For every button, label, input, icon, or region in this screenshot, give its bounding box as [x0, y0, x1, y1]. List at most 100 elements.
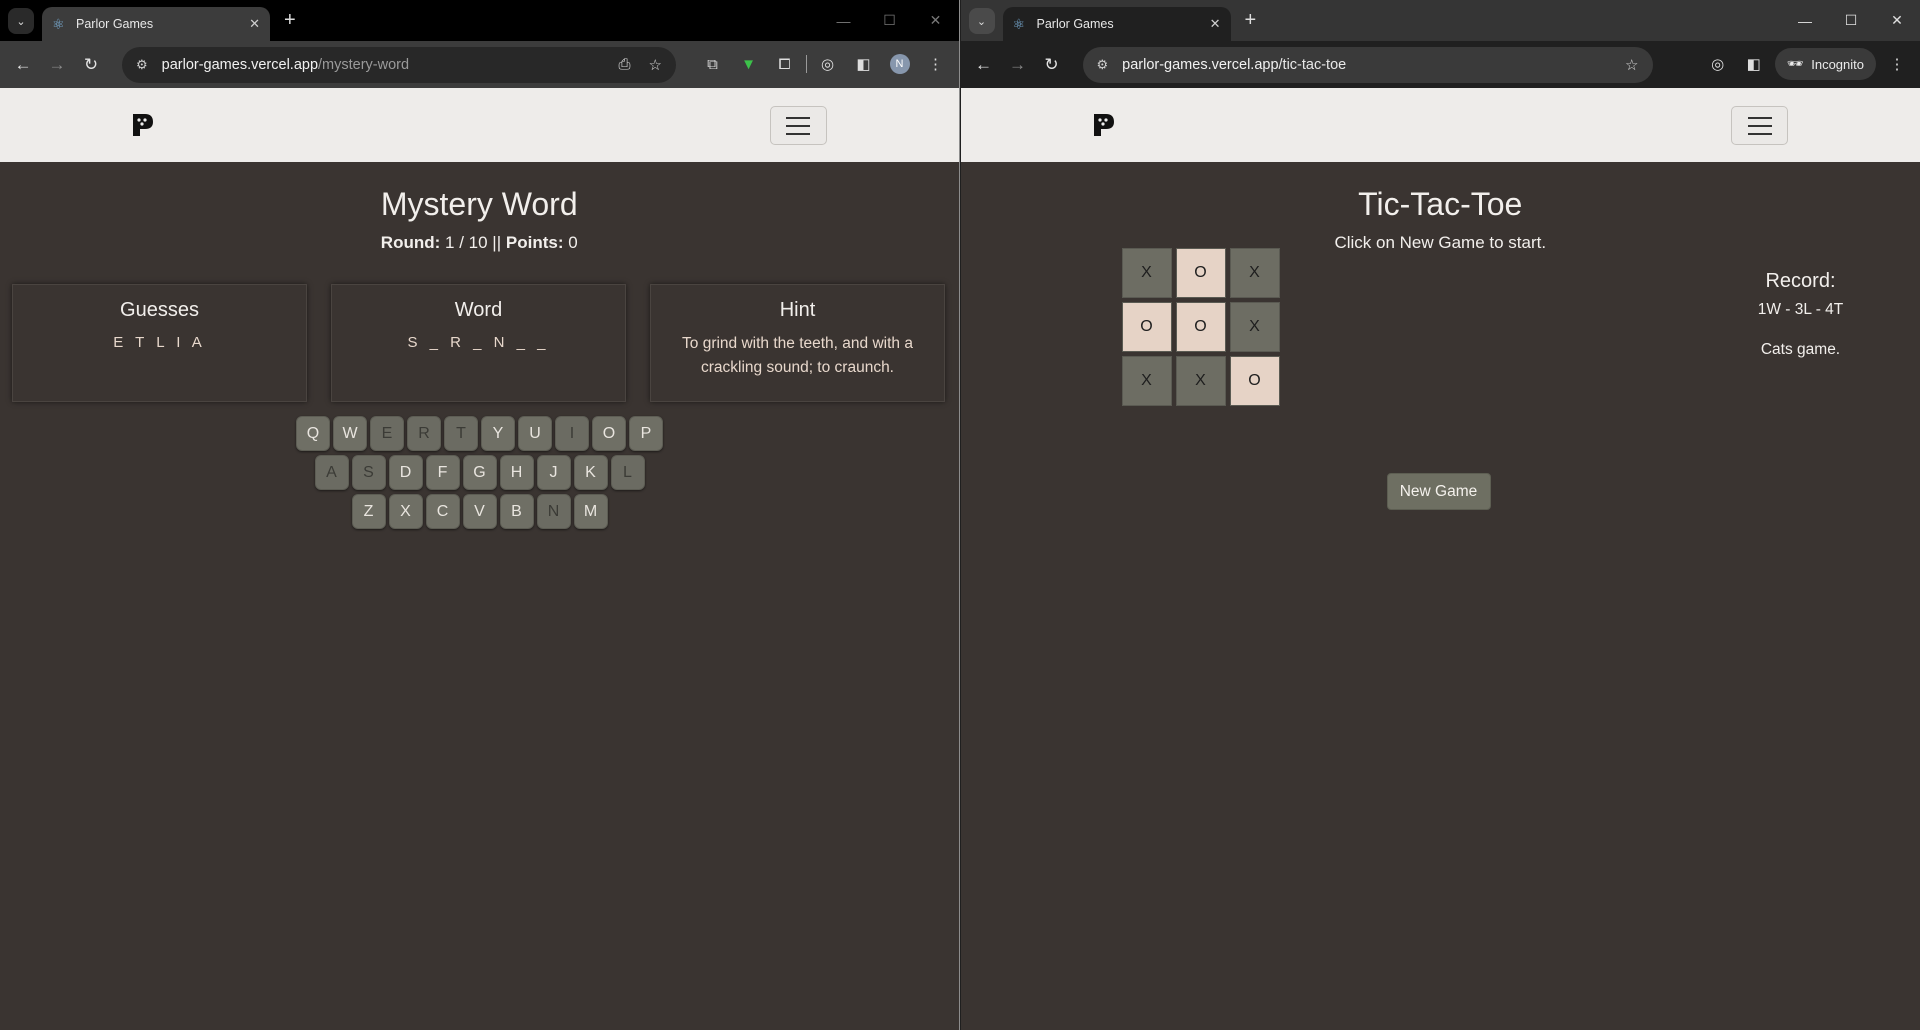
close-tab-icon[interactable]: ✕ [249, 16, 260, 32]
menu-kebab-icon[interactable]: ⋮ [921, 49, 951, 79]
key-a[interactable]: A [314, 455, 349, 490]
reload-button[interactable]: ↻ [1035, 48, 1069, 82]
new-tab-button[interactable]: + [1245, 10, 1257, 30]
board-cell-5[interactable]: O [1175, 302, 1226, 352]
key-p[interactable]: P [629, 416, 663, 451]
key-t[interactable]: T [444, 416, 478, 451]
extensions-area: ⧉ ▼ ⧠ ◎ ◧ N ⋮ [698, 47, 951, 81]
key-i[interactable]: I [555, 416, 589, 451]
browser-tab[interactable]: ⚛ Parlor Games ✕ [1002, 7, 1231, 41]
record-title: Record: [1765, 270, 1836, 292]
key-j[interactable]: J [536, 455, 571, 490]
tic-tac-toe-page: Tic-Tac-Toe Click on New Game to start. … [960, 88, 1920, 1030]
page-title: Mystery Word [380, 186, 578, 222]
window-controls: — ☐ ✕ [821, 0, 959, 41]
key-u[interactable]: U [518, 416, 552, 451]
react-favicon-icon: ⚛ [52, 16, 65, 32]
board-cell-8[interactable]: X [1175, 356, 1226, 406]
board-cell-1[interactable]: X [1121, 248, 1172, 298]
maximize-button[interactable]: ☐ [867, 0, 913, 41]
back-button[interactable]: ← [6, 48, 40, 82]
board-cell-2[interactable]: O [1175, 248, 1226, 298]
incognito-indicator[interactable]: 🕶 Incognito [1774, 48, 1876, 80]
key-h[interactable]: H [499, 455, 534, 490]
close-tab-icon[interactable]: ✕ [1210, 16, 1221, 32]
minimize-button[interactable]: — [1782, 0, 1828, 41]
key-l[interactable]: L [610, 455, 645, 490]
on-screen-keyboard: QWERTYUIOP ASDFGHJKL ZXCVBNM [0, 416, 959, 533]
title-bar: ⌄ ⚛ Parlor Games ✕ + — ☐ ✕ [0, 0, 959, 41]
window-controls: — ☐ ✕ [1782, 0, 1920, 41]
menu-kebab-icon[interactable]: ⋮ [1882, 49, 1912, 79]
forward-button[interactable]: → [1001, 48, 1035, 82]
avatar: N [889, 54, 910, 74]
url-host: parlor-games.vercel.app [161, 56, 319, 73]
address-bar[interactable]: ⚙ parlor-games.vercel.app/tic-tac-toe ☆ [1082, 46, 1653, 83]
close-window-button[interactable]: ✕ [1874, 0, 1920, 41]
incognito-icon: 🕶 [1786, 56, 1804, 71]
bookmark-star-icon[interactable]: ☆ [649, 56, 662, 74]
key-x[interactable]: X [388, 494, 423, 529]
key-f[interactable]: F [425, 455, 460, 490]
puzzle-extensions-icon[interactable]: ⧠ [770, 49, 800, 79]
key-z[interactable]: Z [351, 494, 386, 529]
performance-icon[interactable]: ◎ [1703, 49, 1733, 79]
key-c[interactable]: C [425, 494, 460, 529]
board-cell-6[interactable]: X [1229, 302, 1280, 352]
tab-search-button[interactable]: ⌄ [968, 8, 995, 34]
key-q[interactable]: Q [296, 416, 330, 451]
profile-button[interactable]: N [885, 49, 915, 79]
key-n[interactable]: N [536, 494, 571, 529]
parlor-games-logo-icon[interactable] [1091, 112, 1117, 138]
close-window-button[interactable]: ✕ [913, 0, 959, 41]
parlor-games-logo-icon[interactable] [130, 112, 156, 138]
board-cell-9[interactable]: O [1229, 356, 1280, 406]
bookmark-star-icon[interactable]: ☆ [1625, 56, 1638, 74]
side-panel-icon[interactable]: ◧ [849, 49, 879, 79]
forward-button[interactable]: → [40, 48, 74, 82]
key-d[interactable]: D [388, 455, 423, 490]
key-b[interactable]: B [499, 494, 534, 529]
site-info-icon[interactable]: ⚙ [136, 57, 148, 73]
board-cell-3[interactable]: X [1229, 248, 1280, 298]
points-label: Points: [505, 233, 564, 252]
key-o[interactable]: O [592, 416, 626, 451]
reload-button[interactable]: ↻ [74, 48, 108, 82]
maximize-button[interactable]: ☐ [1828, 0, 1874, 41]
extension-icon[interactable]: ⧉ [698, 49, 728, 79]
key-m[interactable]: M [573, 494, 608, 529]
key-s[interactable]: S [351, 455, 386, 490]
install-app-icon[interactable]: ⎙ [619, 56, 631, 74]
performance-icon[interactable]: ◎ [813, 49, 843, 79]
tab-search-button[interactable]: ⌄ [8, 8, 34, 34]
separator: || [492, 233, 502, 252]
side-panel-icon[interactable]: ◧ [1739, 49, 1769, 79]
round-points-line: Round: 1 / 10 || Points: 0 [0, 233, 959, 253]
key-e[interactable]: E [370, 416, 404, 451]
key-w[interactable]: W [333, 416, 367, 451]
minimize-button[interactable]: — [821, 0, 867, 41]
record-panel: Record: 1W - 3L - 4T Cats game. [1581, 270, 1920, 359]
key-r[interactable]: R [407, 416, 441, 451]
react-favicon-icon: ⚛ [1012, 16, 1026, 32]
menu-toggle-button[interactable] [769, 106, 827, 145]
back-button[interactable]: ← [967, 48, 1001, 82]
new-game-button[interactable]: New Game [1386, 473, 1491, 510]
key-g[interactable]: G [462, 455, 497, 490]
page-title: Tic-Tac-Toe [1358, 186, 1523, 222]
key-y[interactable]: Y [481, 416, 515, 451]
board-cell-7[interactable]: X [1121, 356, 1172, 406]
key-v[interactable]: V [462, 494, 497, 529]
key-k[interactable]: K [573, 455, 608, 490]
site-info-icon[interactable]: ⚙ [1097, 57, 1109, 73]
address-bar[interactable]: ⚙ parlor-games.vercel.app/mystery-word ⎙… [122, 46, 676, 83]
menu-toggle-button[interactable] [1731, 106, 1788, 145]
browser-tab[interactable]: ⚛ Parlor Games ✕ [42, 7, 270, 41]
url-path: /mystery-word [318, 56, 410, 73]
word-panel: Word S _ R _ N _ _ [331, 284, 626, 402]
guesses-value: E T L I A [113, 334, 206, 351]
board-cell-4[interactable]: O [1121, 302, 1172, 352]
vpn-extension-icon[interactable]: ▼ [734, 49, 764, 79]
new-tab-button[interactable]: + [284, 10, 296, 30]
guesses-panel: Guesses E T L I A [12, 284, 307, 402]
